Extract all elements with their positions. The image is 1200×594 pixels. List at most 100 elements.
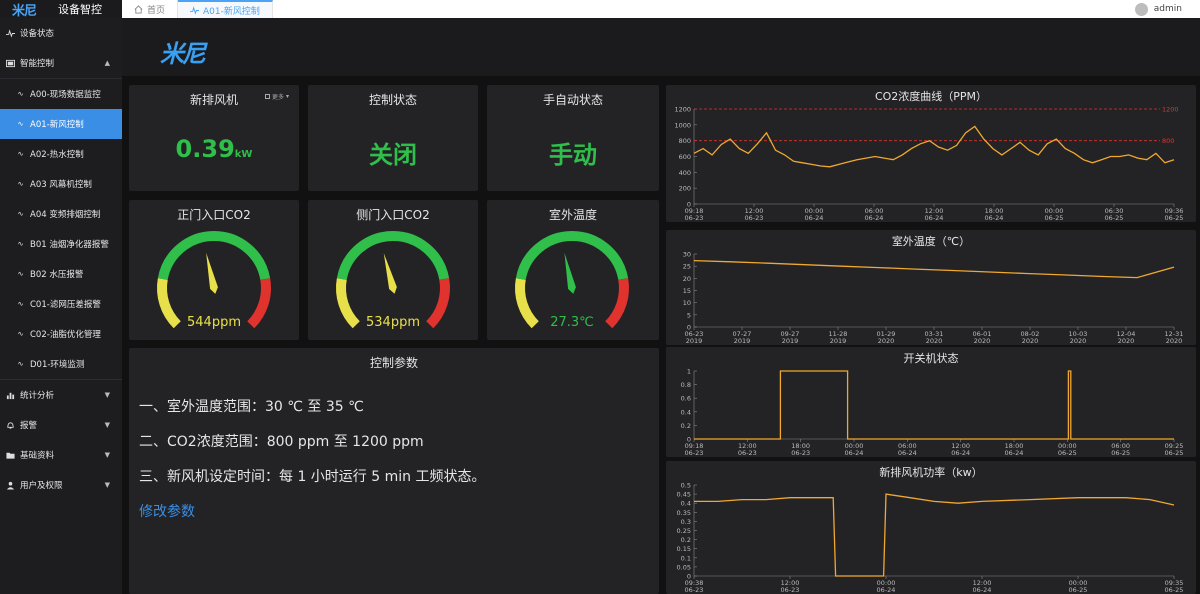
brand: 米尼 设备智控 xyxy=(0,0,122,19)
sidebar-item-label: A01-新风控制 xyxy=(30,120,84,130)
gauge-card-front-co2: 正门入口CO2 544ppm xyxy=(129,200,299,340)
sidebar-item-label: C01-滤网压差报警 xyxy=(30,300,101,310)
user-menu[interactable]: admin xyxy=(1134,0,1200,18)
x-tick-label: 06-25 xyxy=(1111,449,1130,457)
sidebar-item-label: A04 变频排烟控制 xyxy=(30,210,101,220)
more-label: 更多 xyxy=(271,94,284,101)
y-tick-label: 0.45 xyxy=(677,491,691,499)
x-tick-label: 06-24 xyxy=(898,449,917,457)
x-tick-label: 2020 xyxy=(1118,337,1135,345)
avatar xyxy=(1134,2,1148,16)
gauge-pointer xyxy=(564,252,576,294)
x-tick-label: 2020 xyxy=(1166,337,1183,345)
sidebar-item-a04[interactable]: ∿ A04 变频排烟控制 xyxy=(0,199,122,229)
tab-a01[interactable]: A01-新风控制 xyxy=(178,0,273,18)
gauge: 534ppm xyxy=(336,231,450,330)
gauge-card-side-co2: 侧门入口CO2 534ppm xyxy=(308,200,478,340)
x-tick-label: 06-24 xyxy=(973,586,992,594)
x-tick-label: 2020 xyxy=(974,337,991,345)
edit-params-link[interactable]: 修改参数 xyxy=(139,504,195,520)
y-tick-label: 0.05 xyxy=(677,563,691,571)
gauge-pointer xyxy=(206,252,218,294)
series-line xyxy=(694,493,1175,577)
sidebar-item-label: B02 水压报警 xyxy=(30,270,84,280)
x-tick-label: 06-24 xyxy=(877,586,896,594)
y-tick-label: 1 xyxy=(687,368,691,376)
y-tick-label: 0.6 xyxy=(681,395,691,403)
y-tick-label: 800 xyxy=(679,137,691,145)
sidebar-item-label: 统计分析 xyxy=(20,391,55,401)
main-header: 米尼 xyxy=(122,18,1200,76)
folder-icon xyxy=(6,451,15,460)
x-tick-label: 06-23 xyxy=(781,586,800,594)
chart-card-outdoor-temp: 室外温度（℃） 0 5 10 15 20 25 30 06-23 2019 07-27 2019 09-… xyxy=(666,230,1196,345)
sidebar-item-c02[interactable]: ∿ C02-油脂优化管理 xyxy=(0,319,122,349)
x-tick-label: 06-25 xyxy=(1069,586,1088,594)
sidebar-item-statistics[interactable]: 统计分析 ▼ xyxy=(0,380,122,410)
y-tick-label: 0.5 xyxy=(681,482,691,490)
x-tick-label: 06-25 xyxy=(1165,449,1184,457)
sidebar-item-a01[interactable]: ∿ A01-新风控制 xyxy=(0,109,122,139)
sidebar-item-d01[interactable]: ∿ D01-环境监测 xyxy=(0,349,122,379)
sidebar-item-label: D01-环境监测 xyxy=(30,360,85,370)
pulse-icon: ∿ xyxy=(17,90,24,98)
sidebar-item-c01[interactable]: ∿ C01-滤网压差报警 xyxy=(0,289,122,319)
chart-card-onoff: 开关机状态 0 0.2 0.4 0.6 0.8 1 09:18 06-23 12:00 06-23 1… xyxy=(666,347,1196,457)
y-tick-label: 0.25 xyxy=(677,527,691,535)
x-tick-label: 06-23 xyxy=(745,214,764,222)
sidebar-item-smart-control[interactable]: 智能控制 ▲ xyxy=(0,48,122,78)
sidebar-item-b02[interactable]: ∿ B02 水压报警 xyxy=(0,259,122,289)
sidebar-item-alarm[interactable]: 报警 ▼ xyxy=(0,410,122,440)
params-card: 控制参数 一、室外温度范围：30 ℃ 至 35 ℃ 二、CO2浓度范围：800 … xyxy=(129,348,659,594)
y-tick-label: 5 xyxy=(687,311,691,319)
y-tick-label: 15 xyxy=(683,287,691,295)
x-tick-label: 06-24 xyxy=(865,214,884,222)
control-status-value: 关闭 xyxy=(369,141,417,169)
sidebar-item-a03[interactable]: ∿ A03 风幕机控制 xyxy=(0,169,122,199)
checkbox-icon xyxy=(264,94,270,99)
sidebar-item-device-status[interactable]: 设备状态 xyxy=(0,18,122,48)
gauge-band-mid xyxy=(515,231,629,280)
x-tick-label: 2019 xyxy=(782,337,799,345)
top-bar: 米尼 设备智控 首页 A01-新风控制 admin xyxy=(0,0,1200,19)
x-tick-label: 06-24 xyxy=(1005,449,1024,457)
main-content: 米尼 新排风机 更多 ▾ 0.39kW 控制状态 关闭 手自动状态 手动 正门入口… xyxy=(122,18,1200,594)
x-tick-label: 06-25 xyxy=(1165,214,1184,222)
sidebar-item-users[interactable]: 用户及权限 ▼ xyxy=(0,470,122,500)
chevron-down-icon: ▼ xyxy=(104,421,110,429)
more-dropdown[interactable]: 更多 ▾ xyxy=(264,92,289,101)
tab-home[interactable]: 首页 xyxy=(122,0,179,18)
tab-bar: 首页 A01-新风控制 xyxy=(122,0,273,18)
y-tick-label: 0.3 xyxy=(681,518,691,526)
params-list: 一、室外温度范围：30 ℃ 至 35 ℃ 二、CO2浓度范围：800 ppm 至… xyxy=(139,390,485,530)
y-tick-label: 0.2 xyxy=(681,422,691,430)
sidebar-item-basic-data[interactable]: 基础资料 ▼ xyxy=(0,440,122,470)
pulse-icon: ∿ xyxy=(17,270,24,278)
param-line: 一、室外温度范围：30 ℃ 至 35 ℃ xyxy=(139,399,364,415)
sidebar-item-label: C02-油脂优化管理 xyxy=(30,330,101,340)
sidebar-item-b01[interactable]: ∿ B01 油烟净化器报警 xyxy=(0,229,122,259)
x-tick-label: 06-23 xyxy=(738,449,757,457)
x-tick-label: 06-23 xyxy=(685,449,704,457)
param-line: 三、新风机设定时间：每 1 小时运行 5 min 工频状态。 xyxy=(139,469,486,485)
gauge-pointer xyxy=(383,253,397,294)
gauge: 27.3℃ xyxy=(515,231,629,330)
sidebar-item-label: 基础资料 xyxy=(20,451,55,461)
y-tick-label: 1200 xyxy=(674,106,691,114)
y-tick-label: 1000 xyxy=(674,121,691,129)
sidebar-item-label: A00-现场数据监控 xyxy=(30,90,101,100)
kpi-card-control-status: 控制状态 关闭 xyxy=(308,85,478,191)
chevron-up-icon: ▲ xyxy=(104,59,110,67)
sidebar-item-a00[interactable]: ∿ A00-现场数据监控 xyxy=(0,79,122,109)
fan-power-value: 0.39 xyxy=(175,135,235,163)
chart-title: CO2浓度曲线（PPM） xyxy=(875,89,987,103)
mode-value: 手动 xyxy=(549,141,597,169)
power-chart: 新排风机功率（kw）00.050.10.150.20.250.30.350.40… xyxy=(677,465,1184,594)
x-tick-label: 06-24 xyxy=(951,449,970,457)
home-icon xyxy=(134,4,143,14)
y-tick-label: 25 xyxy=(683,263,691,271)
y-tick-label: 200 xyxy=(679,185,691,193)
x-tick-label: 06-23 xyxy=(685,214,704,222)
pulse-icon: ∿ xyxy=(17,210,24,218)
sidebar-item-a02[interactable]: ∿ A02-热水控制 xyxy=(0,139,122,169)
